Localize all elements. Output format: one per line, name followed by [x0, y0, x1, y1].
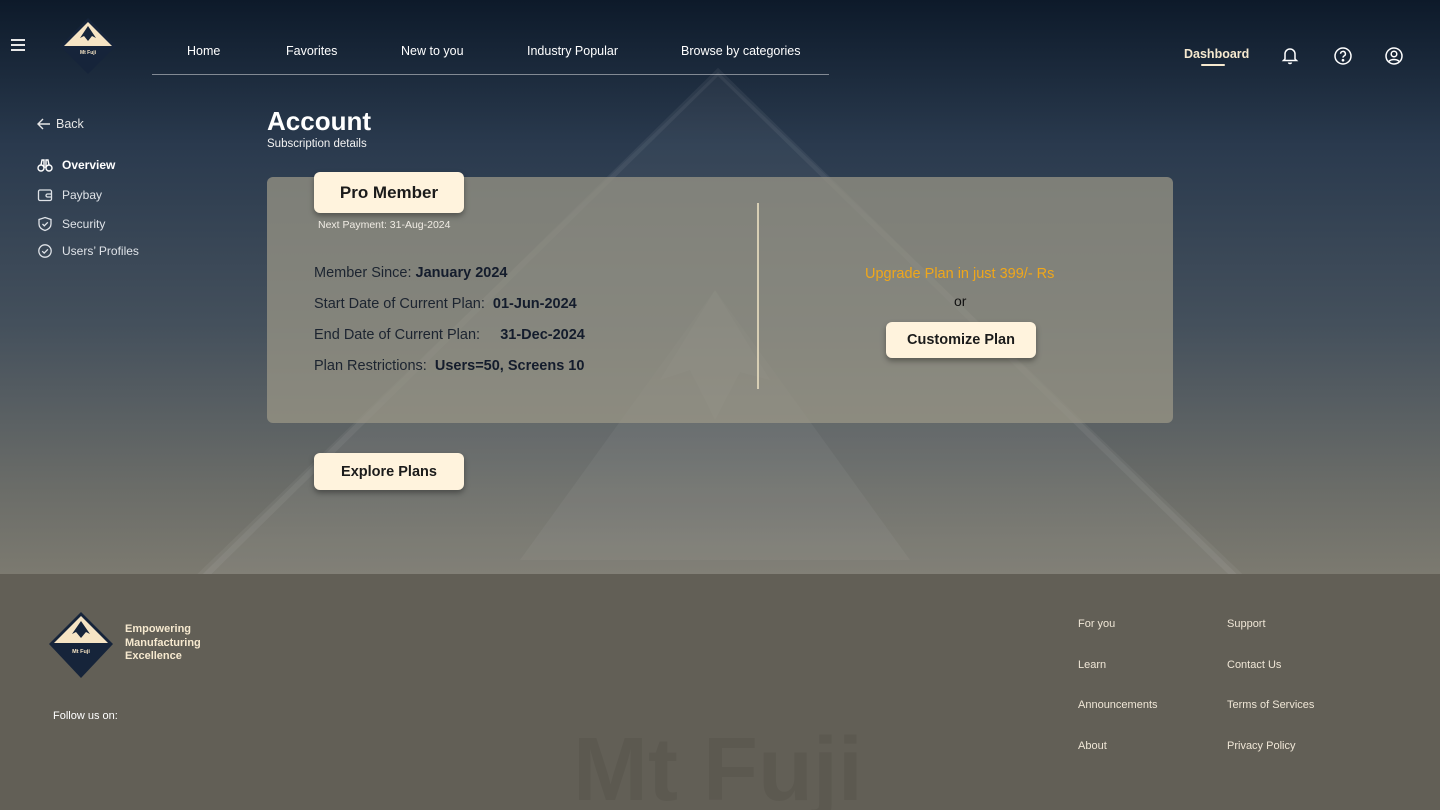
footer-link-for-you[interactable]: For you: [1078, 618, 1115, 630]
follow-us-label: Follow us on:: [53, 710, 118, 722]
end-date-label: End Date of Current Plan:: [314, 327, 481, 343]
top-nav: Home Favorites New to you Industry Popul…: [152, 32, 829, 75]
sidebar-item-label: Security: [62, 217, 106, 231]
shield-icon: [38, 216, 52, 232]
svg-text:Mt Fuji: Mt Fuji: [573, 720, 863, 810]
start-date-row: Start Date of Current Plan: 01-Jun-2024: [314, 296, 577, 312]
footer-watermark: Mt Fuji: [573, 720, 863, 810]
plan-badge: Pro Member: [314, 172, 464, 213]
footer-link-about[interactable]: About: [1078, 740, 1107, 752]
binoculars-icon: [37, 159, 53, 172]
hamburger-menu-icon[interactable]: [11, 39, 25, 51]
footer-link-privacy[interactable]: Privacy Policy: [1227, 740, 1295, 752]
sidebar-item-label: Paybay: [62, 188, 103, 202]
footer-link-learn[interactable]: Learn: [1078, 659, 1106, 671]
dashboard-link[interactable]: Dashboard: [1184, 47, 1249, 61]
bell-icon[interactable]: [1280, 45, 1300, 65]
sidebar-item-overview[interactable]: Overview: [37, 157, 115, 173]
sidebar-item-security[interactable]: Security: [37, 216, 105, 232]
footer-link-contact-us[interactable]: Contact Us: [1227, 659, 1281, 671]
next-payment-text: Next Payment: 31-Aug-2024: [318, 219, 451, 231]
start-date-value: 01-Jun-2024: [492, 296, 577, 312]
sidebar-item-users-profiles[interactable]: Users’ Profiles: [37, 243, 139, 259]
nav-home[interactable]: Home: [187, 44, 220, 58]
start-date-label: Start Date of Current Plan:: [314, 296, 485, 312]
member-since-value: January 2024: [415, 265, 508, 281]
footer-tagline: Empowering Manufacturing Excellence: [125, 623, 201, 662]
user-account-icon[interactable]: [1384, 46, 1404, 66]
help-icon[interactable]: [1333, 46, 1353, 66]
page-title: Account: [267, 106, 371, 136]
svg-text:Mt Fuji: Mt Fuji: [72, 649, 90, 655]
nav-browse-categories[interactable]: Browse by categories: [681, 44, 801, 58]
check-circle-icon: [38, 244, 52, 258]
nav-industry-popular[interactable]: Industry Popular: [527, 44, 618, 58]
page-subtitle: Subscription details: [267, 138, 367, 150]
restrictions-value: Users=50, Screens 10: [434, 358, 585, 374]
svg-text:Mt Fuji: Mt Fuji: [80, 50, 97, 56]
footer-link-announcements[interactable]: Announcements: [1078, 699, 1158, 711]
restrictions-row: Plan Restrictions: Users=50, Screens 10: [314, 358, 584, 374]
footer-link-support[interactable]: Support: [1227, 618, 1266, 630]
or-text: or: [954, 293, 967, 309]
sidebar-item-label: Overview: [62, 158, 116, 172]
back-label: Back: [56, 117, 84, 131]
sidebar-item-paybay[interactable]: Paybay: [37, 187, 102, 203]
customize-plan-button[interactable]: Customize Plan: [886, 322, 1036, 358]
footer-link-terms[interactable]: Terms of Services: [1227, 699, 1314, 711]
sidebar-item-label: Users’ Profiles: [62, 244, 139, 258]
card-divider: [757, 203, 759, 389]
brand-logo[interactable]: Mt Fuji: [60, 18, 116, 74]
nav-new-to-you[interactable]: New to you: [401, 44, 464, 58]
explore-plans-button[interactable]: Explore Plans: [314, 453, 464, 490]
nav-favorites[interactable]: Favorites: [286, 44, 337, 58]
footer-logo: Mt Fuji: [49, 612, 113, 678]
wallet-icon: [37, 189, 53, 202]
restrictions-label: Plan Restrictions:: [314, 358, 427, 374]
upgrade-plan-link[interactable]: Upgrade Plan in just 399/- Rs: [865, 266, 1054, 282]
end-date-row: End Date of Current Plan: 31-Dec-2024: [314, 327, 585, 343]
dashboard-active-indicator: [1201, 64, 1225, 66]
back-link[interactable]: Back: [37, 117, 84, 131]
member-since-row: Member Since: January 2024: [314, 265, 507, 281]
end-date-value: 31-Dec-2024: [500, 327, 585, 343]
member-since-label: Member Since:: [314, 265, 412, 281]
arrow-left-icon: [37, 118, 50, 130]
